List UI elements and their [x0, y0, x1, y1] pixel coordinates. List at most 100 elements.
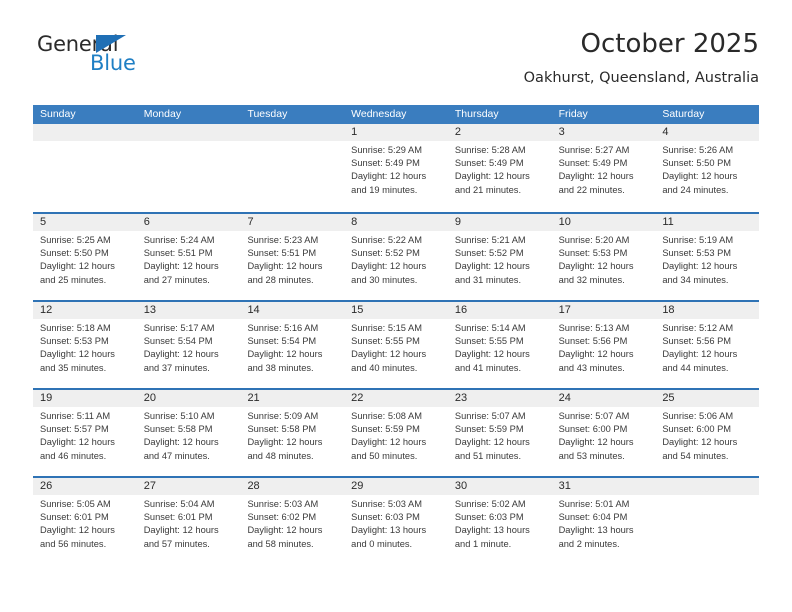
calendar-day-cell[interactable]: 4 Sunrise: 5:26 AM Sunset: 5:50 PM Daylight… — [655, 124, 760, 212]
calendar-day-cell[interactable]: 3 Sunrise: 5:27 AM Sunset: 5:49 PM Daylight… — [551, 124, 656, 212]
calendar-day-cell[interactable]: 29 Sunrise: 5:03 AM Sunset: 6:03 PM Dayligh… — [344, 478, 448, 564]
day-number: 10 — [551, 214, 656, 231]
day-info-line: and 21 minutes. — [454, 184, 522, 195]
calendar-week-row: 26 Sunrise: 5:05 AM Sunset: 6:01 PM Dayligh… — [33, 476, 760, 564]
calendar-day-cell[interactable]: 27 Sunrise: 5:04 AM Sunset: 6:01 PM Dayligh… — [136, 478, 241, 564]
day-sun-info: Sunrise: 5:23 AM Sunset: 5:51 PM Daylight:… — [240, 231, 344, 287]
day-info-line: Sunset: 6:02 PM — [247, 512, 317, 523]
day-info-line: Sunset: 5:59 PM — [454, 424, 524, 435]
calendar-day-cell[interactable]: 21 Sunrise: 5:09 AM Sunset: 5:58 PM Dayligh… — [240, 390, 345, 476]
day-number: 6 — [136, 214, 241, 231]
calendar-day-cell[interactable]: 15 Sunrise: 5:15 AM Sunset: 5:55 PM Dayligh… — [344, 302, 448, 388]
day-number: 30 — [447, 478, 552, 495]
calendar-day-cell[interactable]: 11 Sunrise: 5:19 AM Sunset: 5:53 PM Dayligh… — [655, 214, 760, 300]
day-info-line: Sunrise: 5:22 AM — [351, 235, 422, 245]
day-info-line: Daylight: 12 hours — [40, 261, 115, 272]
day-info-line: Daylight: 12 hours — [558, 437, 634, 448]
calendar-day-cell[interactable]: 17 Sunrise: 5:13 AM Sunset: 5:56 PM Dayligh… — [551, 302, 656, 388]
calendar-day-cell[interactable]: 31 Sunrise: 5:01 AM Sunset: 6:04 PM Dayligh… — [551, 478, 656, 564]
day-info-line: Daylight: 13 hours — [454, 525, 530, 536]
calendar-week-row: 5 Sunrise: 5:25 AM Sunset: 5:50 PM Daylight… — [33, 212, 760, 300]
calendar-day-cell-empty — [136, 124, 241, 212]
day-sun-info: Sunrise: 5:03 AM Sunset: 6:03 PM Daylight:… — [344, 495, 448, 551]
day-info-line: Sunset: 5:57 PM — [40, 424, 109, 435]
day-info-line: Sunset: 6:00 PM — [558, 424, 628, 435]
brand-logo[interactable]: General Blue — [33, 32, 203, 90]
page-subtitle: Oakhurst, Queensland, Australia — [523, 70, 759, 86]
calendar-day-cell[interactable]: 14 Sunrise: 5:16 AM Sunset: 5:54 PM Dayligh… — [240, 302, 345, 388]
calendar-day-cell[interactable]: 10 Sunrise: 5:20 AM Sunset: 5:53 PM Dayligh… — [551, 214, 656, 300]
calendar-day-cell[interactable]: 2 Sunrise: 5:28 AM Sunset: 5:49 PM Daylight… — [447, 124, 552, 212]
calendar-day-cell[interactable]: 30 Sunrise: 5:02 AM Sunset: 6:03 PM Dayligh… — [447, 478, 552, 564]
calendar-day-cell[interactable]: 23 Sunrise: 5:07 AM Sunset: 5:59 PM Dayligh… — [447, 390, 552, 476]
day-sun-info: Sunrise: 5:05 AM Sunset: 6:01 PM Daylight:… — [33, 495, 137, 551]
day-info-line: Sunset: 6:04 PM — [558, 512, 628, 523]
day-info-line: Daylight: 12 hours — [558, 261, 634, 272]
day-number — [136, 124, 241, 141]
day-info-line: Sunrise: 5:24 AM — [143, 235, 215, 245]
calendar-day-cell[interactable]: 22 Sunrise: 5:08 AM Sunset: 5:59 PM Dayligh… — [344, 390, 448, 476]
day-info-line: Daylight: 12 hours — [247, 525, 323, 536]
day-info-line: Sunrise: 5:10 AM — [143, 411, 215, 421]
brand-name-blue: Blue — [90, 51, 136, 75]
day-info-line: Sunset: 6:03 PM — [351, 512, 420, 523]
calendar-day-cell[interactable]: 1 Sunrise: 5:29 AM Sunset: 5:49 PM Daylight… — [344, 124, 448, 212]
day-info-line: Daylight: 12 hours — [662, 261, 738, 272]
day-info-line: Sunrise: 5:11 AM — [40, 411, 111, 421]
day-info-line: Daylight: 12 hours — [247, 437, 323, 448]
day-info-line: Sunset: 5:52 PM — [454, 248, 524, 259]
day-number: 15 — [344, 302, 448, 319]
calendar-day-cell-empty — [655, 478, 760, 564]
calendar-day-cell[interactable]: 24 Sunrise: 5:07 AM Sunset: 6:00 PM Dayligh… — [551, 390, 656, 476]
calendar-day-cell[interactable]: 26 Sunrise: 5:05 AM Sunset: 6:01 PM Dayligh… — [33, 478, 137, 564]
calendar-week-row: 1 Sunrise: 5:29 AM Sunset: 5:49 PM Daylight… — [33, 124, 760, 212]
day-info-line: Daylight: 13 hours — [558, 525, 634, 536]
calendar-day-cell[interactable]: 20 Sunrise: 5:10 AM Sunset: 5:58 PM Dayligh… — [136, 390, 241, 476]
day-info-line: and 46 minutes. — [40, 450, 107, 461]
day-info-line: Sunset: 5:50 PM — [662, 158, 732, 169]
day-info-line: and 38 minutes. — [247, 362, 314, 373]
day-info-line: Sunset: 5:55 PM — [351, 336, 420, 347]
day-number: 23 — [447, 390, 552, 407]
day-info-line: Sunrise: 5:13 AM — [558, 323, 630, 333]
calendar-day-cell[interactable]: 16 Sunrise: 5:14 AM Sunset: 5:55 PM Dayligh… — [447, 302, 552, 388]
calendar-day-cell[interactable]: 18 Sunrise: 5:12 AM Sunset: 5:56 PM Dayligh… — [655, 302, 760, 388]
day-info-line: and 25 minutes. — [40, 274, 107, 285]
day-info-line: Daylight: 12 hours — [351, 171, 427, 182]
day-sun-info: Sunrise: 5:20 AM Sunset: 5:53 PM Daylight:… — [552, 231, 656, 287]
day-info-line: Sunset: 5:55 PM — [454, 336, 524, 347]
calendar-day-cell[interactable]: 19 Sunrise: 5:11 AM Sunset: 5:57 PM Dayligh… — [33, 390, 137, 476]
day-number — [33, 124, 137, 141]
calendar-day-cell[interactable]: 6 Sunrise: 5:24 AM Sunset: 5:51 PM Daylight… — [136, 214, 241, 300]
day-number — [655, 478, 760, 495]
day-info-line: Daylight: 12 hours — [662, 349, 738, 360]
day-info-line: Sunrise: 5:20 AM — [558, 235, 630, 245]
day-info-line: Daylight: 12 hours — [40, 349, 115, 360]
day-info-line: and 54 minutes. — [662, 450, 729, 461]
day-info-line: and 50 minutes. — [351, 450, 418, 461]
day-sun-info: Sunrise: 5:10 AM Sunset: 5:58 PM Daylight:… — [137, 407, 241, 463]
calendar-day-cell[interactable]: 8 Sunrise: 5:22 AM Sunset: 5:52 PM Daylight… — [344, 214, 448, 300]
day-sun-info: Sunrise: 5:07 AM Sunset: 5:59 PM Daylight:… — [448, 407, 552, 463]
calendar-day-cell[interactable]: 25 Sunrise: 5:06 AM Sunset: 6:00 PM Dayligh… — [655, 390, 760, 476]
calendar-day-cell[interactable]: 9 Sunrise: 5:21 AM Sunset: 5:52 PM Daylight… — [447, 214, 552, 300]
day-info-line: Sunset: 5:53 PM — [40, 336, 109, 347]
day-info-line: Sunrise: 5:07 AM — [558, 411, 630, 421]
day-info-line: Daylight: 12 hours — [143, 349, 219, 360]
calendar-week-row: 12 Sunrise: 5:18 AM Sunset: 5:53 PM Dayligh… — [33, 300, 760, 388]
day-sun-info: Sunrise: 5:02 AM Sunset: 6:03 PM Daylight:… — [448, 495, 552, 551]
day-info-line: Sunrise: 5:03 AM — [351, 499, 422, 509]
day-info-line: Daylight: 12 hours — [351, 349, 427, 360]
day-info-line: Sunrise: 5:05 AM — [40, 499, 111, 509]
calendar-day-cell[interactable]: 28 Sunrise: 5:03 AM Sunset: 6:02 PM Dayligh… — [240, 478, 345, 564]
day-sun-info: Sunrise: 5:27 AM Sunset: 5:49 PM Daylight:… — [552, 141, 656, 197]
calendar-grid: Sunday Monday Tuesday Wednesday Thursday Frid… — [33, 105, 760, 564]
page-header: General Blue October 2025 Oakhurst, Quee… — [33, 28, 759, 100]
calendar-day-cell[interactable]: 5 Sunrise: 5:25 AM Sunset: 5:50 PM Daylight… — [33, 214, 137, 300]
day-info-line: Sunrise: 5:01 AM — [558, 499, 630, 509]
calendar-day-cell[interactable]: 12 Sunrise: 5:18 AM Sunset: 5:53 PM Dayligh… — [33, 302, 137, 388]
day-info-line: Sunset: 5:51 PM — [247, 248, 317, 259]
day-info-line: Daylight: 12 hours — [351, 437, 427, 448]
calendar-day-cell[interactable]: 7 Sunrise: 5:23 AM Sunset: 5:51 PM Daylight… — [240, 214, 345, 300]
calendar-day-cell[interactable]: 13 Sunrise: 5:17 AM Sunset: 5:54 PM Dayligh… — [136, 302, 241, 388]
